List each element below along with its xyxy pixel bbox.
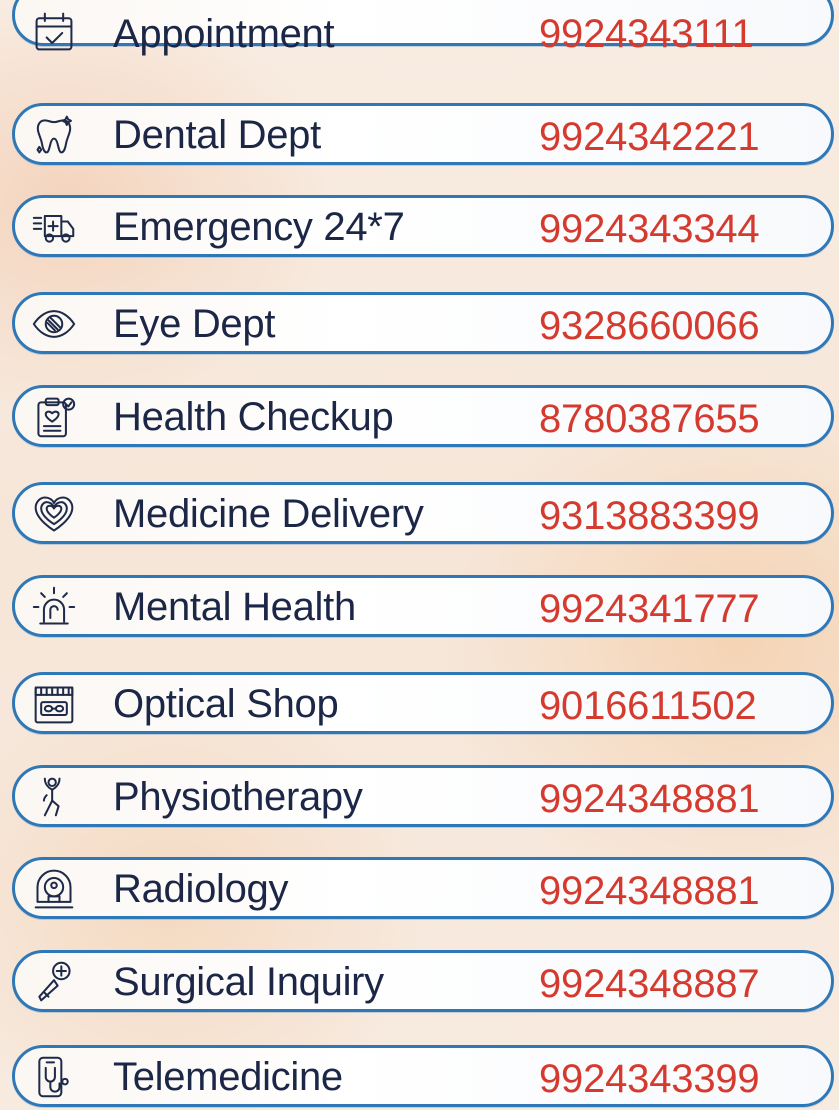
contact-row-health-checkup[interactable]: Health Checkup 8780387655 <box>12 385 834 447</box>
contact-row-radiology[interactable]: Radiology 9924348881 <box>12 857 834 919</box>
heart-icon <box>31 491 77 537</box>
contact-phone[interactable]: 9313883399 <box>539 491 760 541</box>
contact-label: Eye Dept <box>113 302 276 346</box>
contact-phone[interactable]: 9924343399 <box>539 1054 760 1104</box>
alarm-light-icon <box>31 584 77 630</box>
contact-row-appointment[interactable]: Appointment 9924343111 <box>12 0 834 56</box>
contact-row-eye-dept[interactable]: Eye Dept 9328660066 <box>12 292 834 354</box>
contact-phone[interactable]: 9924343111 <box>539 9 754 59</box>
tooth-icon <box>31 112 77 158</box>
contact-phone[interactable]: 9924348881 <box>539 866 760 916</box>
eye-icon <box>31 301 77 347</box>
phone-stethoscope-icon <box>31 1054 77 1100</box>
ambulance-icon <box>31 204 77 250</box>
person-stretch-icon <box>31 774 77 820</box>
scalpel-icon <box>31 959 77 1005</box>
contact-row-mental-health[interactable]: Mental Health 9924341777 <box>12 575 834 637</box>
contact-row-physiotherapy[interactable]: Physiotherapy 9924348881 <box>12 765 834 827</box>
contact-label: Surgical Inquiry <box>113 960 384 1004</box>
glasses-shop-icon <box>31 681 77 727</box>
contact-label: Telemedicine <box>113 1055 343 1099</box>
calendar-check-icon <box>31 9 77 55</box>
contact-label: Emergency 24*7 <box>113 205 405 249</box>
contact-label: Radiology <box>113 867 289 911</box>
contact-label: Medicine Delivery <box>113 492 424 536</box>
contact-row-medicine-delivery[interactable]: Medicine Delivery 9313883399 <box>12 482 834 544</box>
contact-label: Dental Dept <box>113 113 321 157</box>
contact-phone[interactable]: 9924341777 <box>539 584 760 634</box>
contact-label: Physiotherapy <box>113 775 363 819</box>
contact-label: Health Checkup <box>113 395 394 439</box>
contact-phone[interactable]: 9328660066 <box>539 301 760 351</box>
mri-scanner-icon <box>31 866 77 912</box>
contact-row-surgical-inquiry[interactable]: Surgical Inquiry 9924348887 <box>12 950 834 1012</box>
contact-row-optical-shop[interactable]: Optical Shop 9016611502 <box>12 672 834 734</box>
contact-phone[interactable]: 8780387655 <box>539 394 760 444</box>
clipboard-heart-icon <box>31 394 77 440</box>
contact-phone[interactable]: 9924343344 <box>539 204 760 254</box>
contact-row-telemedicine[interactable]: Telemedicine 9924343399 <box>12 1045 834 1107</box>
contact-label: Mental Health <box>113 585 356 629</box>
contact-phone[interactable]: 9924348887 <box>539 959 760 1009</box>
contact-row-emergency[interactable]: Emergency 24*7 9924343344 <box>12 195 834 257</box>
contact-phone[interactable]: 9924342221 <box>539 112 760 162</box>
contact-list: Appointment 9924343111 Dental Dept 99243… <box>0 0 839 1110</box>
contact-phone[interactable]: 9924348881 <box>539 774 760 824</box>
contact-row-dental-dept[interactable]: Dental Dept 9924342221 <box>12 103 834 165</box>
contact-label: Optical Shop <box>113 682 339 726</box>
contact-phone[interactable]: 9016611502 <box>539 681 757 731</box>
contact-label: Appointment <box>113 12 335 56</box>
